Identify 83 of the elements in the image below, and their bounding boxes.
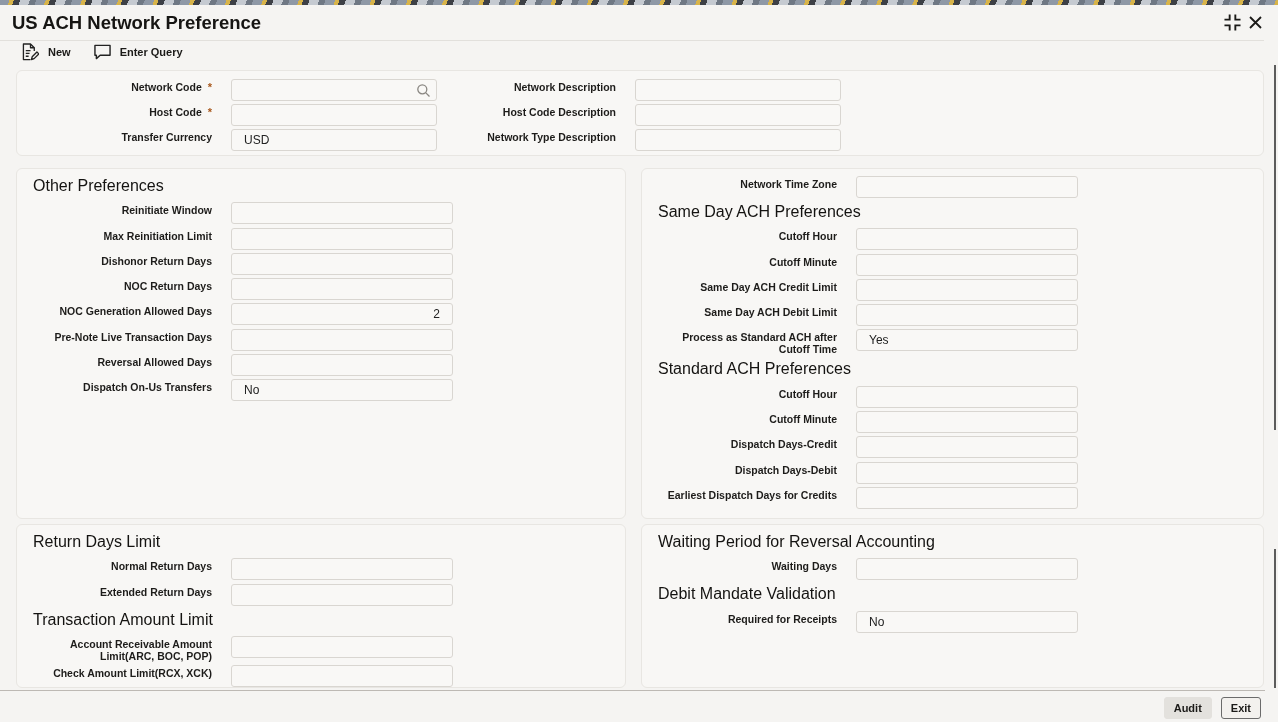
input-field[interactable]: [856, 228, 1078, 251]
input-field[interactable]: [231, 354, 453, 377]
field-label: Cutoff Hour: [778, 229, 837, 243]
field-label: Same Day ACH Credit Limit: [700, 279, 837, 293]
field-label: Account Receivable Amount Limit(ARC, BOC, POP): [69, 636, 212, 662]
field-label: Dispatch Days-Credit: [730, 437, 837, 451]
input-field[interactable]: [231, 278, 453, 301]
input-field[interactable]: [856, 385, 1078, 408]
field-label: Check Amount Limit(RCX, XCK): [53, 666, 212, 680]
field-label: Reversal Allowed Days: [97, 355, 212, 369]
lookup-field[interactable]: [231, 79, 437, 101]
section-title: Return Days Limit: [33, 532, 161, 552]
input-field[interactable]: [635, 129, 841, 151]
required-mark: *: [207, 106, 212, 118]
field-label: Network Description: [513, 81, 616, 93]
input-field[interactable]: [231, 635, 453, 658]
section-title: Debit Mandate Validation: [658, 584, 836, 605]
input-field[interactable]: [856, 278, 1078, 301]
document-pencil-icon: [22, 43, 39, 61]
input-field[interactable]: [231, 665, 453, 687]
input-field[interactable]: [231, 202, 453, 225]
input-field[interactable]: [856, 253, 1078, 276]
new-button[interactable]: New: [20, 41, 71, 63]
section-title: Waiting Period for Reversal Accounting: [658, 532, 935, 552]
scrollbar-thumb[interactable]: [1274, 65, 1276, 430]
shrink-icon[interactable]: [1224, 14, 1241, 31]
section-title: Transaction Amount Limit: [33, 609, 213, 630]
field-label: Required for Receipts: [727, 611, 837, 625]
field-label: Network Code: [131, 81, 202, 93]
input-field[interactable]: No: [231, 379, 453, 402]
field-label: Normal Return Days: [111, 559, 212, 573]
footer-button[interactable]: Audit: [1163, 697, 1212, 719]
field-label: NOC Return Days: [123, 279, 212, 293]
speech-bubble-icon: [93, 43, 111, 61]
field-label: Same Day ACH Debit Limit: [704, 305, 837, 319]
input-field[interactable]: USD: [231, 129, 437, 151]
field-label: Earliest Dispatch Days for Credits: [667, 487, 837, 501]
input-field[interactable]: No: [856, 610, 1078, 633]
close-icon[interactable]: [1249, 16, 1262, 29]
field-label: Waiting Days: [771, 559, 837, 573]
input-field[interactable]: [856, 411, 1078, 434]
field-label: Host Code Description: [502, 106, 616, 118]
query-button[interactable]: Enter Query: [91, 41, 183, 63]
field-label: Cutoff Minute: [769, 412, 837, 426]
input-field[interactable]: [856, 558, 1078, 581]
field-label: Dispatch On-Us Transfers: [83, 380, 212, 394]
input-field[interactable]: [231, 558, 453, 581]
field-label: Transfer Currency: [121, 131, 212, 143]
field-label: NOC Generation Allowed Days: [59, 304, 212, 318]
input-field[interactable]: [856, 461, 1078, 484]
window-title: US ACH Network Preference: [12, 10, 262, 35]
section-title: Same Day ACH Preferences: [658, 202, 861, 222]
required-mark: *: [207, 81, 212, 93]
input-field[interactable]: [856, 304, 1078, 327]
field-label: Dishonor Return Days: [101, 253, 212, 267]
field-label: Process as Standard ACH after Cutoff Time: [681, 330, 837, 356]
field-label: Pre-Note Live Transaction Days: [54, 329, 212, 343]
input-field[interactable]: Yes: [856, 329, 1078, 352]
field-label: Host Code: [149, 106, 202, 118]
section-title: Other Preferences: [33, 176, 164, 196]
input-field[interactable]: [231, 328, 453, 351]
input-field[interactable]: [231, 252, 453, 275]
field-label: Network Time Zone: [740, 177, 837, 190]
scrollbar-thumb[interactable]: [1274, 549, 1276, 688]
footer-button[interactable]: Exit: [1220, 697, 1261, 719]
field-label: Max Reinitiation Limit: [103, 228, 212, 242]
field-label: Extended Return Days: [99, 584, 212, 598]
field-label: Cutoff Hour: [778, 386, 837, 400]
input-field[interactable]: [231, 104, 437, 126]
section-title: Standard ACH Preferences: [658, 359, 851, 380]
input-field[interactable]: [856, 436, 1078, 459]
field-label: Network Type Description: [487, 131, 616, 143]
input-field[interactable]: [856, 486, 1078, 509]
input-field[interactable]: [635, 104, 841, 126]
input-field[interactable]: [635, 79, 841, 101]
input-field[interactable]: 2: [231, 303, 453, 326]
input-field[interactable]: [856, 176, 1078, 198]
field-label: Dispatch Days-Debit: [734, 462, 837, 476]
field-label: Reinitiate Window: [121, 203, 212, 217]
search-icon[interactable]: [417, 83, 430, 97]
input-field[interactable]: [231, 583, 453, 606]
field-label: Cutoff Minute: [769, 254, 837, 268]
input-field[interactable]: [231, 227, 453, 250]
